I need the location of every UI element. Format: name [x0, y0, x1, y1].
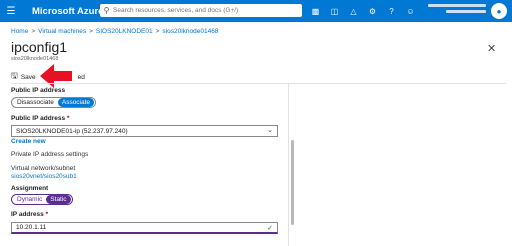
required-marker: * — [45, 211, 49, 218]
create-new-link[interactable]: Create new — [11, 138, 46, 145]
cloud-shell-icon[interactable]: ▩ — [306, 0, 325, 22]
search-icon: ⚲ — [103, 6, 110, 15]
assignment-toggle[interactable]: Dynamic Static — [11, 194, 73, 205]
discard-button[interactable]: ed — [78, 74, 85, 81]
directory-filter-icon[interactable]: ◫ — [325, 0, 344, 22]
save-icon[interactable]: 🖫 — [11, 70, 18, 84]
red-arrow-annotation — [40, 64, 72, 88]
breadcrumb-separator: > — [89, 28, 93, 35]
breadcrumb-home[interactable]: Home — [11, 28, 28, 35]
public-ip-toggle[interactable]: Disassociate Associate — [11, 97, 97, 108]
ip-address-field[interactable]: 10.20.1.11 ✓ — [11, 222, 278, 234]
page-title: ipconfig1 — [11, 39, 68, 55]
static-option[interactable]: Static — [46, 195, 71, 204]
user-avatar-icon[interactable]: ● — [491, 3, 507, 19]
save-button[interactable]: Save — [21, 74, 36, 81]
feedback-icon[interactable]: ☺ — [401, 0, 420, 22]
breadcrumb: Home > Virtual machines > SIOS20LKNODE01 > sio… — [11, 28, 218, 35]
page-subtitle: sios20lknode01468 — [11, 56, 59, 62]
vertical-scrollbar[interactable] — [291, 140, 294, 225]
help-icon[interactable]: ? — [382, 0, 401, 22]
toolbar-divider — [11, 83, 506, 84]
notifications-icon[interactable]: △ — [344, 0, 363, 22]
ip-address-value: 10.20.1.11 — [16, 224, 47, 231]
private-ip-settings-heading: Private IP address settings — [11, 151, 89, 158]
public-ip-dropdown[interactable]: SIOS20LKNODE01-ip (52.237.97.240) ⌄ — [11, 125, 278, 137]
breadcrumb-nic[interactable]: sios20lknode01468 — [162, 28, 218, 35]
breadcrumb-vm[interactable]: SIOS20LKNODE01 — [96, 28, 153, 35]
breadcrumb-virtual-machines[interactable]: Virtual machines — [38, 28, 86, 35]
public-ip-label: Public IP address — [11, 87, 66, 94]
settings-icon[interactable]: ⚙ — [363, 0, 382, 22]
public-ip-field-label-text: Public IP address — [11, 115, 66, 122]
dynamic-option[interactable]: Dynamic — [13, 195, 46, 204]
disassociate-option[interactable]: Disassociate — [13, 98, 58, 107]
chevron-down-icon: ⌄ — [267, 127, 273, 134]
hamburger-menu-icon[interactable]: ☰ — [0, 0, 22, 22]
account-info[interactable] — [428, 4, 486, 18]
panel-divider — [288, 84, 289, 246]
public-ip-field-label: Public IP address * — [11, 115, 69, 122]
ip-address-label-text: IP address — [11, 211, 44, 218]
public-ip-value: SIOS20LKNODE01-ip (52.237.97.240) — [16, 127, 128, 135]
vnet-label: Virtual network/subnet — [11, 165, 76, 172]
account-directory-redacted — [446, 10, 486, 13]
checkmark-icon: ✓ — [267, 225, 273, 232]
ip-address-label: IP address * — [11, 211, 48, 218]
required-marker: * — [66, 115, 70, 122]
assignment-label: Assignment — [11, 185, 49, 192]
close-icon[interactable]: ✕ — [487, 42, 496, 55]
associate-option[interactable]: Associate — [57, 98, 95, 107]
vnet-link[interactable]: sios20vnet/sios20sub1 — [11, 173, 77, 180]
search-input[interactable] — [113, 7, 293, 14]
global-search-box[interactable]: ⚲ — [100, 4, 302, 17]
azure-brand[interactable]: Microsoft Azure — [32, 6, 104, 17]
breadcrumb-separator: > — [155, 28, 160, 35]
topbar-icon-group: ▩ ◫ △ ⚙ ? ☺ — [306, 0, 420, 22]
account-name-redacted — [428, 4, 486, 7]
breadcrumb-separator: > — [31, 28, 36, 35]
